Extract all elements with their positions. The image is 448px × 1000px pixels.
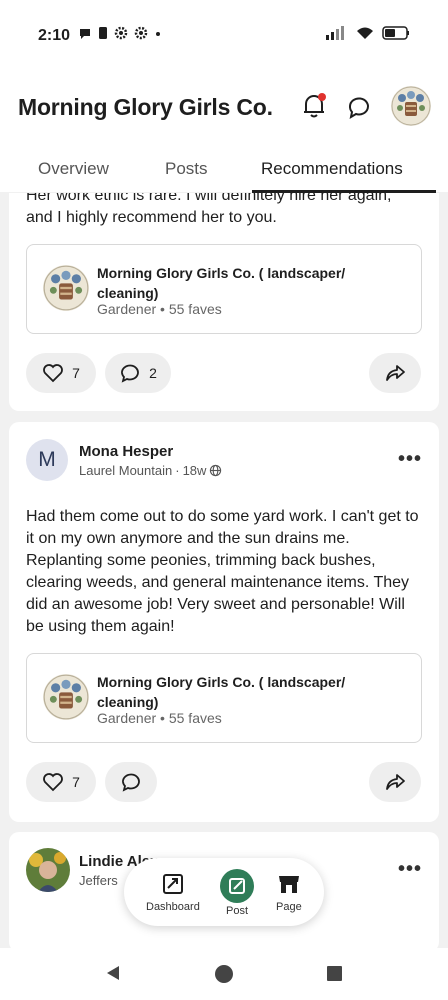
post-age: 18w xyxy=(182,463,207,478)
business-logo xyxy=(43,265,89,311)
heart-icon xyxy=(43,364,63,383)
author-meta: Laurel Mountain · 18w xyxy=(79,463,222,478)
author-avatar[interactable] xyxy=(26,848,70,892)
profile-avatar[interactable] xyxy=(391,86,431,126)
page-title: Morning Glory Girls Co. xyxy=(18,94,273,120)
business-name: Morning Glory Girls Co. ( landscaper/ cl… xyxy=(97,265,346,301)
nav-post[interactable]: Post xyxy=(220,869,254,917)
like-button[interactable]: 7 xyxy=(26,353,96,393)
tab-recommendations[interactable]: Recommendations xyxy=(261,159,403,179)
comment-button[interactable]: 2 xyxy=(105,353,171,393)
message-notification-icon xyxy=(80,29,90,39)
share-icon xyxy=(386,774,405,790)
home-icon[interactable] xyxy=(214,964,234,984)
business-logo-icon xyxy=(43,674,89,720)
business-name: Morning Glory Girls Co. ( landscaper/ cl… xyxy=(97,674,346,710)
business-meta: Gardener • 55 faves xyxy=(97,301,222,317)
tab-overview[interactable]: Overview xyxy=(38,159,109,179)
author-avatar[interactable]: M xyxy=(26,439,68,481)
status-system-icons xyxy=(326,26,410,40)
more-options-icon[interactable]: ••• xyxy=(398,858,422,881)
business-meta: Gardener • 55 faves xyxy=(97,710,222,726)
author-photo-icon xyxy=(26,848,70,892)
business-category: Gardener xyxy=(97,710,157,726)
battery-icon xyxy=(382,26,409,40)
more-options-icon[interactable]: ••• xyxy=(398,448,422,471)
nav-post-label: Post xyxy=(225,905,248,917)
settings-gear-icon-2 xyxy=(134,26,148,40)
business-link-card[interactable]: Morning Glory Girls Co. ( landscaper/ cl… xyxy=(26,244,422,334)
heart-icon xyxy=(43,773,63,792)
floating-action-nav: Dashboard Post Page xyxy=(124,858,324,926)
business-faves: 55 faves xyxy=(168,710,222,726)
status-notification-icons xyxy=(78,26,162,40)
author-location[interactable]: Laurel Mountain xyxy=(79,463,172,478)
phone-icon xyxy=(99,27,107,39)
comment-button[interactable] xyxy=(105,762,157,802)
like-count: 7 xyxy=(72,365,80,381)
nav-page-label: Page xyxy=(276,901,302,913)
back-icon[interactable] xyxy=(104,964,122,982)
nav-dashboard[interactable]: Dashboard xyxy=(146,872,200,913)
dashboard-icon xyxy=(162,874,183,894)
author-name[interactable]: Mona Hesper xyxy=(79,443,173,460)
tab-posts[interactable]: Posts xyxy=(165,159,208,179)
comment-count: 2 xyxy=(149,365,157,381)
globe-icon xyxy=(210,464,222,477)
business-category: Gardener xyxy=(97,301,157,317)
nav-page[interactable]: Page xyxy=(276,872,302,913)
post-icon xyxy=(220,869,254,903)
business-logo-icon xyxy=(43,265,89,311)
business-logo-icon xyxy=(391,86,431,126)
comment-icon xyxy=(122,773,140,792)
wifi-icon xyxy=(357,27,373,39)
share-button[interactable] xyxy=(369,762,421,802)
share-button[interactable] xyxy=(369,353,421,393)
business-link-card[interactable]: Morning Glory Girls Co. ( landscaper/ cl… xyxy=(26,653,422,743)
business-faves: 55 faves xyxy=(168,301,222,317)
like-button[interactable]: 7 xyxy=(26,762,96,802)
signal-icon xyxy=(326,26,344,40)
share-icon xyxy=(386,365,405,381)
notification-bell-icon[interactable] xyxy=(300,92,328,120)
like-count: 7 xyxy=(72,774,80,790)
status-time: 2:10 xyxy=(38,27,71,44)
settings-gear-icon xyxy=(114,26,128,40)
author-location[interactable]: Jeffers xyxy=(79,873,118,888)
system-nav-bar xyxy=(0,948,448,1000)
recommendation-text: Had them come out to do some yard work. … xyxy=(26,508,419,635)
more-dot-icon xyxy=(156,32,160,36)
nav-dashboard-label: Dashboard xyxy=(146,901,200,913)
recents-icon[interactable] xyxy=(326,965,343,982)
status-bar: 2:10 xyxy=(0,0,448,72)
business-logo xyxy=(43,674,89,720)
notification-dot xyxy=(318,93,326,101)
page-icon xyxy=(278,876,299,893)
messages-icon[interactable] xyxy=(346,93,374,121)
comment-icon xyxy=(121,364,139,383)
